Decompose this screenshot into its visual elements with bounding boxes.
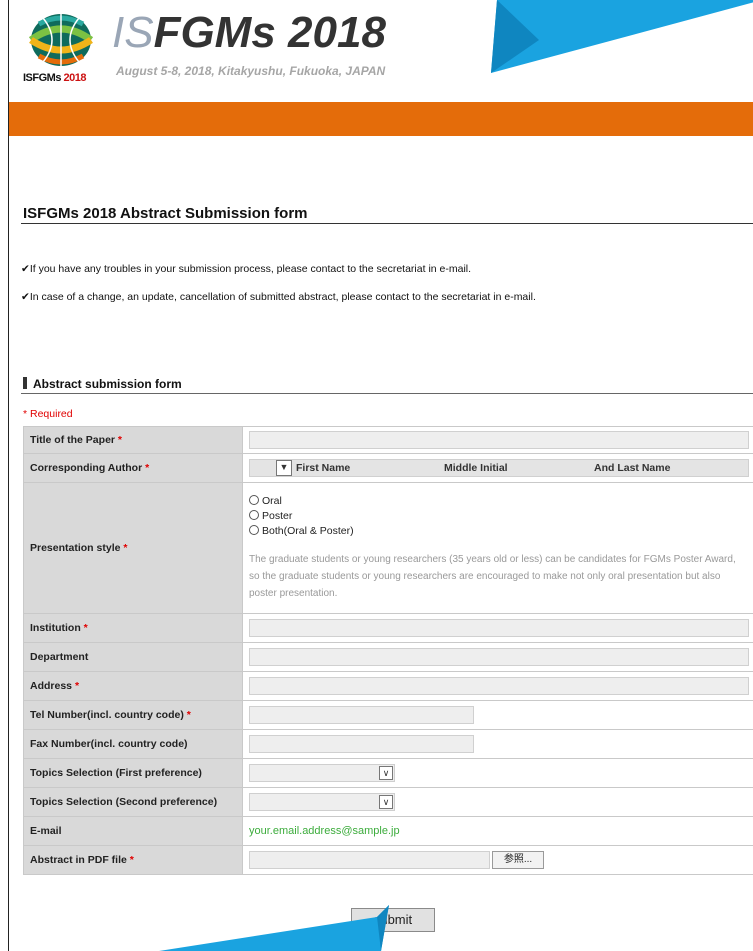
topic1-select[interactable]: ∨ xyxy=(249,764,395,782)
row-presentation: Presentation style * Oral Poster Both(Or… xyxy=(23,482,753,614)
radio-circle-icon[interactable] xyxy=(249,525,259,535)
form-divider xyxy=(21,393,753,394)
note-change: ✔In case of a change, an update, cancell… xyxy=(21,291,536,303)
row-email: E-mail your.email.address@sample.jp xyxy=(23,816,753,846)
row-pdf: Abstract in PDF file * 参照... xyxy=(23,845,753,875)
row-address: Address * xyxy=(23,671,753,701)
row-topic1: Topics Selection (First preference) ∨ xyxy=(23,758,753,788)
radio-both[interactable]: Both(Oral & Poster) xyxy=(249,525,749,537)
middle-initial-input[interactable]: Middle Initial xyxy=(444,462,594,474)
row-tel: Tel Number(incl. country code) * xyxy=(23,700,753,730)
fax-label: Fax Number(incl. country code) xyxy=(23,729,243,759)
row-department: Department xyxy=(23,642,753,672)
checkmark-icon: ✔ xyxy=(21,263,30,275)
checkmark-icon: ✔ xyxy=(21,291,30,303)
page: ISFGMs 2018 ISFGMs 2018 August 5-8, 2018… xyxy=(8,0,753,951)
row-title: Title of the Paper * xyxy=(23,426,753,454)
row-fax: Fax Number(incl. country code) xyxy=(23,729,753,759)
presentation-label: Presentation style * xyxy=(23,482,243,614)
submission-form-table: Title of the Paper * Corresponding Autho… xyxy=(23,426,753,875)
department-label: Department xyxy=(23,642,243,672)
topic1-label: Topics Selection (First preference) xyxy=(23,758,243,788)
title-divider xyxy=(21,223,753,224)
address-label: Address * xyxy=(23,671,243,701)
globe-logo-icon xyxy=(28,14,94,66)
callout-arrow-bottom xyxy=(159,905,389,951)
chevron-down-icon[interactable]: ∨ xyxy=(379,795,393,809)
form-heading: Abstract submission form xyxy=(23,377,182,391)
pdf-file-path[interactable] xyxy=(249,851,490,869)
email-label: E-mail xyxy=(23,816,243,846)
heading-bar-icon xyxy=(23,377,27,389)
last-name-input[interactable]: And Last Name xyxy=(594,462,670,474)
title-dropdown-icon[interactable]: ▼ xyxy=(276,460,292,476)
row-institution: Institution * xyxy=(23,613,753,643)
radio-circle-icon[interactable] xyxy=(249,510,259,520)
address-input[interactable] xyxy=(249,677,749,695)
presentation-note: The graduate students or young researche… xyxy=(249,554,736,599)
title-label: Title of the Paper * xyxy=(23,426,243,454)
tel-input[interactable] xyxy=(249,706,474,724)
pdf-label: Abstract in PDF file * xyxy=(23,845,243,875)
title-input[interactable] xyxy=(249,431,749,449)
fax-input[interactable] xyxy=(249,735,474,753)
logo-text: ISFGMs 2018 xyxy=(23,72,87,84)
orange-banner xyxy=(9,102,753,136)
page-title: ISFGMs 2018 Abstract Submission form xyxy=(23,205,308,222)
first-name-input[interactable]: First Name xyxy=(296,462,444,474)
required-note: * Required xyxy=(23,408,73,420)
site-title: ISFGMs 2018 xyxy=(112,8,386,57)
row-author: Corresponding Author * ▼ First Name Midd… xyxy=(23,453,753,483)
radio-circle-icon[interactable] xyxy=(249,495,259,505)
tel-label: Tel Number(incl. country code) * xyxy=(23,700,243,730)
topic2-select[interactable]: ∨ xyxy=(249,793,395,811)
chevron-down-icon[interactable]: ∨ xyxy=(379,766,393,780)
callout-arrow-top xyxy=(491,0,753,73)
site-subtitle: August 5-8, 2018, Kitakyushu, Fukuoka, J… xyxy=(116,64,386,78)
author-label: Corresponding Author * xyxy=(23,453,243,483)
row-topic2: Topics Selection (Second preference) ∨ xyxy=(23,787,753,817)
radio-oral[interactable]: Oral xyxy=(249,495,749,507)
site-header: ISFGMs 2018 ISFGMs 2018 August 5-8, 2018… xyxy=(9,0,753,102)
author-name-field[interactable]: ▼ First Name Middle Initial And Last Nam… xyxy=(249,459,749,477)
topic2-label: Topics Selection (Second preference) xyxy=(23,787,243,817)
department-input[interactable] xyxy=(249,648,749,666)
browse-button[interactable]: 参照... xyxy=(492,851,544,869)
radio-poster[interactable]: Poster xyxy=(249,510,749,522)
pdf-file-input[interactable]: 参照... xyxy=(249,851,544,869)
institution-input[interactable] xyxy=(249,619,749,637)
institution-label: Institution * xyxy=(23,613,243,643)
email-field[interactable]: your.email.address@sample.jp xyxy=(249,825,400,837)
note-troubles: ✔If you have any troubles in your submis… xyxy=(21,263,472,275)
